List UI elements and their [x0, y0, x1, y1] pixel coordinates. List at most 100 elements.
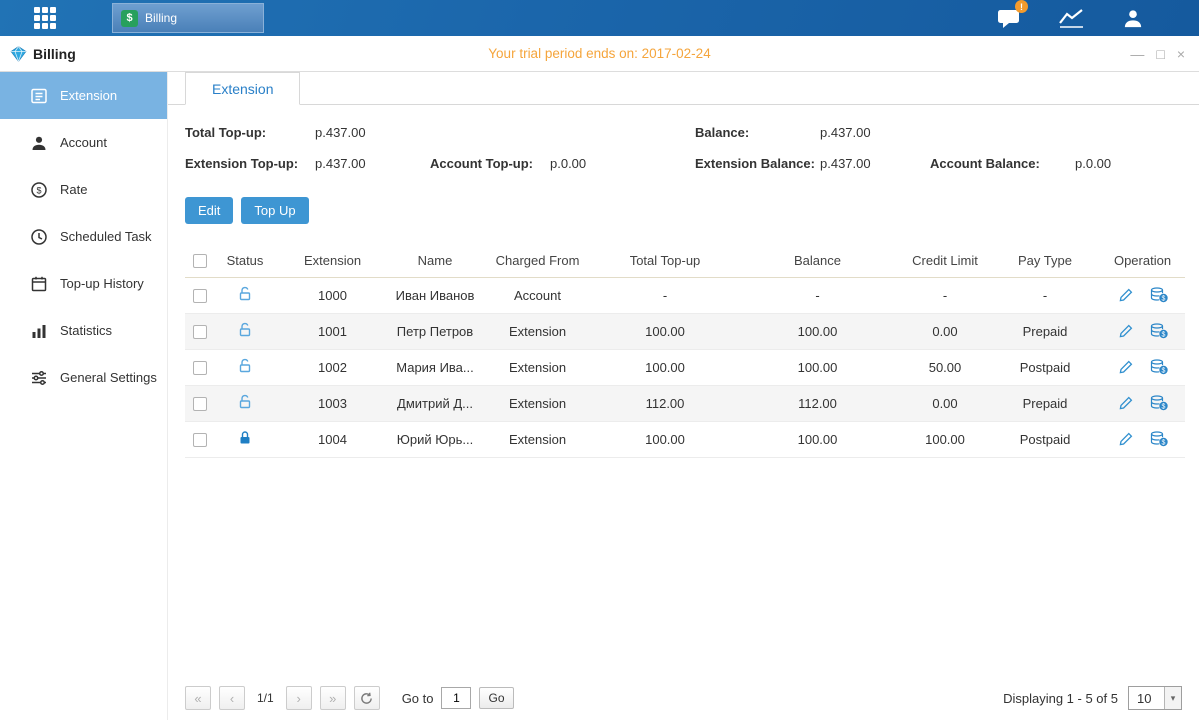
- cell-credit-limit: 100.00: [900, 421, 990, 457]
- total-topup-value: p.437.00: [315, 125, 695, 140]
- close-button[interactable]: ×: [1177, 47, 1185, 61]
- sidebar-item-topup-history[interactable]: Top-up History: [0, 260, 167, 307]
- cell-pay-type: Prepaid: [990, 385, 1100, 421]
- sidebar: Extension Account $ Rate Scheduled Ta: [0, 72, 168, 720]
- top-up-row-icon[interactable]: $: [1150, 431, 1168, 447]
- top-up-row-icon[interactable]: $: [1150, 287, 1168, 303]
- notifications-button[interactable]: !: [995, 6, 1023, 30]
- top-up-row-icon[interactable]: $: [1150, 323, 1168, 339]
- window-title-group: Billing: [10, 46, 76, 62]
- select-all-checkbox[interactable]: [193, 254, 207, 268]
- pagination-bar: « ‹ 1/1 › » Go to Go Displaying 1 - 5 of…: [168, 686, 1199, 720]
- cell-credit-limit: 0.00: [900, 385, 990, 421]
- cell-extension: 1000: [275, 277, 390, 313]
- cell-balance: 112.00: [735, 385, 900, 421]
- calendar-icon: [30, 275, 48, 293]
- maximize-button[interactable]: □: [1156, 47, 1164, 61]
- chevron-down-icon: ▾: [1164, 687, 1181, 709]
- cell-charged-from: Extension: [480, 385, 595, 421]
- col-header-extension: Extension: [275, 244, 390, 277]
- extension-topup-value: p.437.00: [315, 156, 430, 171]
- cell-name: Дмитрий Д...: [390, 385, 480, 421]
- account-topup-label: Account Top-up:: [430, 156, 550, 171]
- go-button[interactable]: Go: [479, 687, 513, 709]
- col-header-balance: Balance: [735, 244, 900, 277]
- top-up-row-icon[interactable]: $: [1150, 395, 1168, 411]
- apps-grid-icon: [34, 7, 56, 29]
- col-header-credit-limit: Credit Limit: [900, 244, 990, 277]
- app-launcher-button[interactable]: [34, 7, 56, 29]
- row-checkbox[interactable]: [193, 433, 207, 447]
- cell-balance: 100.00: [735, 313, 900, 349]
- main-content: Extension Total Top-up: p.437.00 Balance…: [168, 72, 1199, 720]
- svg-text:$: $: [1161, 296, 1165, 303]
- first-page-button[interactable]: «: [185, 686, 211, 710]
- account-icon: [30, 134, 48, 152]
- col-header-name: Name: [390, 244, 480, 277]
- next-page-button[interactable]: ›: [286, 686, 312, 710]
- top-up-button[interactable]: Top Up: [241, 197, 308, 224]
- row-checkbox[interactable]: [193, 397, 207, 411]
- sidebar-item-label: Scheduled Task: [60, 229, 152, 244]
- reports-button[interactable]: [1057, 6, 1085, 30]
- edit-row-icon[interactable]: [1118, 395, 1134, 411]
- total-topup-label: Total Top-up:: [185, 125, 315, 140]
- taskbar-item-billing[interactable]: $ Billing: [112, 3, 264, 33]
- table-row: 1003 Дмитрий Д... Extension 112.00 112.0…: [185, 385, 1185, 421]
- edit-button[interactable]: Edit: [185, 197, 233, 224]
- cell-extension: 1002: [275, 349, 390, 385]
- billing-gem-logo-icon: [10, 46, 27, 62]
- edit-row-icon[interactable]: [1118, 287, 1134, 303]
- tab-bar: Extension: [168, 72, 1199, 105]
- edit-row-icon[interactable]: [1118, 323, 1134, 339]
- sidebar-item-statistics[interactable]: Statistics: [0, 307, 167, 354]
- sidebar-item-rate[interactable]: $ Rate: [0, 166, 167, 213]
- last-page-button[interactable]: »: [320, 686, 346, 710]
- cell-charged-from: Extension: [480, 313, 595, 349]
- cell-pay-type: Postpaid: [990, 421, 1100, 457]
- extension-balance-label: Extension Balance:: [695, 156, 820, 171]
- sidebar-item-extension[interactable]: Extension: [0, 72, 167, 119]
- sidebar-item-label: Rate: [60, 182, 87, 197]
- extension-topup-label: Extension Top-up:: [185, 156, 315, 171]
- account-balance-value: p.0.00: [1075, 156, 1111, 171]
- cell-extension: 1004: [275, 421, 390, 457]
- sidebar-item-general-settings[interactable]: General Settings: [0, 354, 167, 401]
- svg-text:$: $: [1161, 368, 1165, 375]
- table-row: 1004 Юрий Юрь... Extension 100.00 100.00…: [185, 421, 1185, 457]
- col-header-status: Status: [215, 244, 275, 277]
- cell-extension: 1001: [275, 313, 390, 349]
- user-menu-button[interactable]: [1119, 6, 1147, 30]
- prev-page-button[interactable]: ‹: [219, 686, 245, 710]
- svg-text:$: $: [1161, 332, 1165, 339]
- sidebar-item-account[interactable]: Account: [0, 119, 167, 166]
- billing-dollar-icon: $: [121, 10, 138, 27]
- cell-credit-limit: 0.00: [900, 313, 990, 349]
- tab-extension[interactable]: Extension: [185, 72, 300, 105]
- extension-icon: [30, 87, 48, 105]
- cell-total-topup: -: [595, 277, 735, 313]
- sidebar-item-label: Account: [60, 135, 107, 150]
- sidebar-item-label: Statistics: [60, 323, 112, 338]
- row-checkbox[interactable]: [193, 289, 207, 303]
- cell-total-topup: 100.00: [595, 349, 735, 385]
- bar-chart-icon: [30, 322, 48, 340]
- col-header-total-topup: Total Top-up: [595, 244, 735, 277]
- minimize-button[interactable]: —: [1130, 47, 1144, 61]
- lock-status-icon: [238, 433, 252, 448]
- goto-page-input[interactable]: [441, 687, 471, 709]
- action-buttons: Edit Top Up: [185, 197, 1199, 224]
- edit-row-icon[interactable]: [1118, 359, 1134, 375]
- row-checkbox[interactable]: [193, 325, 207, 339]
- account-topup-value: p.0.00: [550, 156, 695, 171]
- top-up-row-icon[interactable]: $: [1150, 359, 1168, 375]
- col-header-operation: Operation: [1100, 244, 1185, 277]
- edit-row-icon[interactable]: [1118, 431, 1134, 447]
- row-checkbox[interactable]: [193, 361, 207, 375]
- notification-badge: !: [1015, 0, 1028, 13]
- cell-charged-from: Account: [480, 277, 595, 313]
- refresh-button[interactable]: [354, 686, 380, 710]
- sidebar-item-scheduled-task[interactable]: Scheduled Task: [0, 213, 167, 260]
- window-titlebar: Billing Your trial period ends on: 2017-…: [0, 36, 1199, 72]
- page-size-select[interactable]: 10 ▾: [1128, 686, 1182, 710]
